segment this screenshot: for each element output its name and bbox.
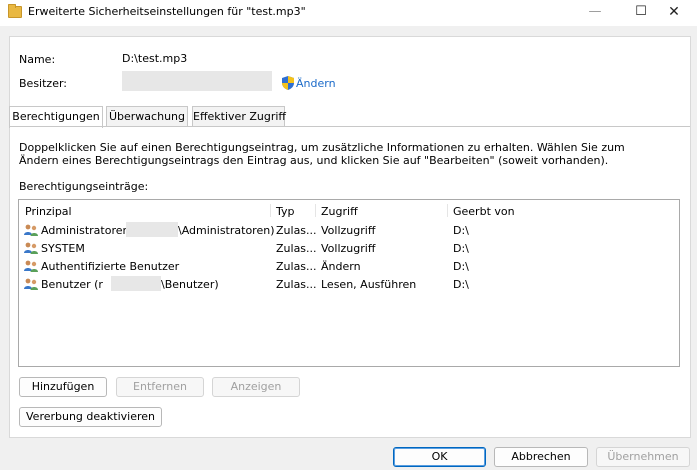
redacted-text [126,222,178,237]
tab-auditing[interactable]: Überwachung [106,106,188,127]
row-type: Zulas... [276,260,317,273]
apply-button[interactable]: Übernehmen [596,447,690,467]
column-header-principal[interactable]: Prinzipal [25,205,72,218]
column-separator[interactable] [270,204,271,217]
cancel-button[interactable]: Abbrechen [494,447,588,467]
entries-label: Berechtigungseinträge: [19,180,149,193]
owner-value-redacted [122,71,272,91]
disable-inheritance-button[interactable]: Vererbung deaktivieren [19,407,162,427]
window-title: Erweiterte Sicherheitseinstellungen für … [28,5,306,18]
ok-button[interactable]: OK [393,447,486,467]
row-principal: Authentifizierte Benutzer [41,260,180,273]
row-principal: Administratoren ( [41,224,138,237]
tab-divider [9,126,690,127]
row-access: Lesen, Ausführen [321,278,417,291]
users-icon [24,224,38,236]
title-bar: Erweiterte Sicherheitseinstellungen für … [0,0,697,26]
remove-button[interactable]: Entfernen [116,377,204,397]
row-principal-suffix: \Benutzer) [161,278,219,291]
row-inherited: D:\ [453,278,469,291]
row-type: Zulas... [276,278,317,291]
users-icon [24,260,38,272]
row-principal: SYSTEM [41,242,85,255]
description-text: Doppelklicken Sie auf einen Berechtigung… [19,141,625,167]
users-icon [24,278,38,290]
view-button[interactable]: Anzeigen [212,377,300,397]
row-access: Ändern [321,260,361,273]
permission-entries-list[interactable]: Prinzipal Typ Zugriff Geerbt von Adminis… [18,199,680,367]
folder-icon [8,4,22,18]
redacted-text [111,276,161,291]
column-separator[interactable] [315,204,316,217]
row-type: Zulas... [276,242,317,255]
row-principal: Benutzer (r [41,278,103,291]
row-principal-suffix: \Administratoren) [178,224,275,237]
tab-permissions[interactable]: Berechtigungen [9,106,103,128]
close-button[interactable]: ✕ [651,0,697,26]
row-access: Vollzugriff [321,224,376,237]
users-icon [24,242,38,254]
change-owner-link[interactable]: Ändern [296,77,336,90]
row-inherited: D:\ [453,242,469,255]
owner-label: Besitzer: [19,77,67,90]
row-inherited: D:\ [453,260,469,273]
column-header-access[interactable]: Zugriff [321,205,358,218]
row-type: Zulas... [276,224,317,237]
tab-effective-access[interactable]: Effektiver Zugriff [192,106,286,127]
minimize-button[interactable]: — [572,0,618,26]
uac-shield-icon [282,76,294,90]
column-separator[interactable] [447,204,448,217]
name-label: Name: [19,53,56,66]
row-inherited: D:\ [453,224,469,237]
column-header-type[interactable]: Typ [276,205,295,218]
name-value: D:\test.mp3 [122,52,188,65]
add-button[interactable]: Hinzufügen [19,377,107,397]
column-header-inherited[interactable]: Geerbt von [453,205,515,218]
row-access: Vollzugriff [321,242,376,255]
